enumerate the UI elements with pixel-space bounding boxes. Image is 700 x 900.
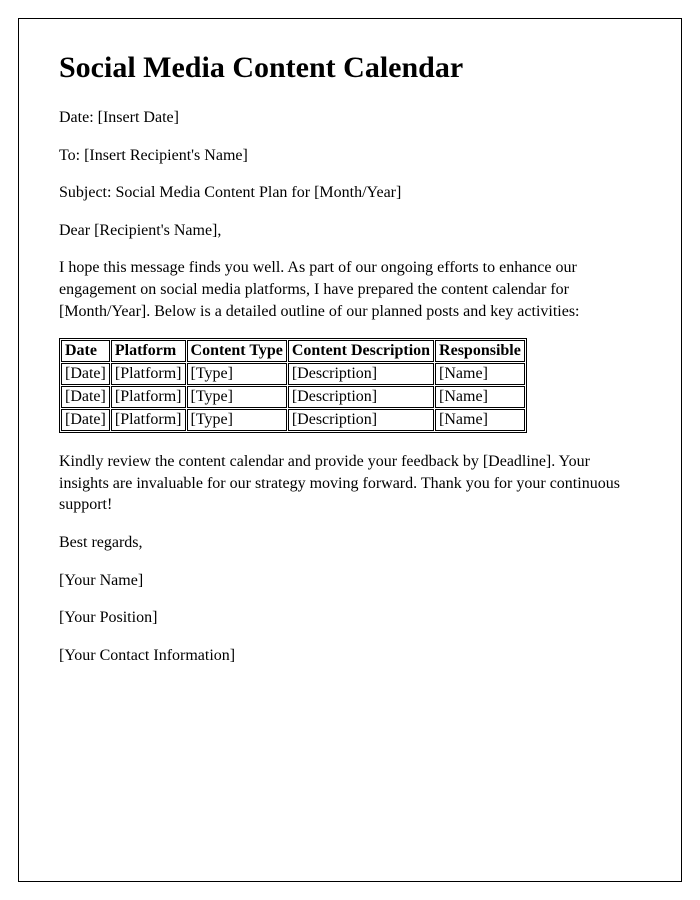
table-header: Date	[61, 340, 110, 362]
table-header: Responsible	[435, 340, 525, 362]
table-header: Content Type	[187, 340, 287, 362]
table-cell: [Date]	[61, 409, 110, 431]
table-cell: [Type]	[187, 409, 287, 431]
table-cell: [Name]	[435, 386, 525, 408]
to-line: To: [Insert Recipient's Name]	[59, 145, 641, 167]
table-cell: [Type]	[187, 363, 287, 385]
intro-paragraph: I hope this message finds you well. As p…	[59, 257, 641, 322]
sender-name: [Your Name]	[59, 570, 641, 592]
closing-paragraph: Kindly review the content calendar and p…	[59, 451, 641, 516]
date-line: Date: [Insert Date]	[59, 107, 641, 129]
table-cell: [Description]	[288, 386, 434, 408]
table-header: Content Description	[288, 340, 434, 362]
table-row: [Date] [Platform] [Type] [Description] […	[61, 363, 525, 385]
table-cell: [Platform]	[111, 409, 186, 431]
content-calendar-table: Date Platform Content Type Content Descr…	[59, 338, 527, 433]
signoff: Best regards,	[59, 532, 641, 554]
table-header: Platform	[111, 340, 186, 362]
page-title: Social Media Content Calendar	[59, 51, 641, 85]
table-cell: [Date]	[61, 386, 110, 408]
table-cell: [Type]	[187, 386, 287, 408]
subject-line: Subject: Social Media Content Plan for […	[59, 182, 641, 204]
table-cell: [Platform]	[111, 386, 186, 408]
table-cell: [Name]	[435, 363, 525, 385]
table-cell: [Date]	[61, 363, 110, 385]
table-header-row: Date Platform Content Type Content Descr…	[61, 340, 525, 362]
sender-position: [Your Position]	[59, 607, 641, 629]
table-cell: [Name]	[435, 409, 525, 431]
table-cell: [Description]	[288, 363, 434, 385]
table-cell: [Platform]	[111, 363, 186, 385]
table-cell: [Description]	[288, 409, 434, 431]
table-row: [Date] [Platform] [Type] [Description] […	[61, 386, 525, 408]
table-row: [Date] [Platform] [Type] [Description] […	[61, 409, 525, 431]
sender-contact: [Your Contact Information]	[59, 645, 641, 667]
document-page: Social Media Content Calendar Date: [Ins…	[18, 18, 682, 882]
salutation: Dear [Recipient's Name],	[59, 220, 641, 242]
